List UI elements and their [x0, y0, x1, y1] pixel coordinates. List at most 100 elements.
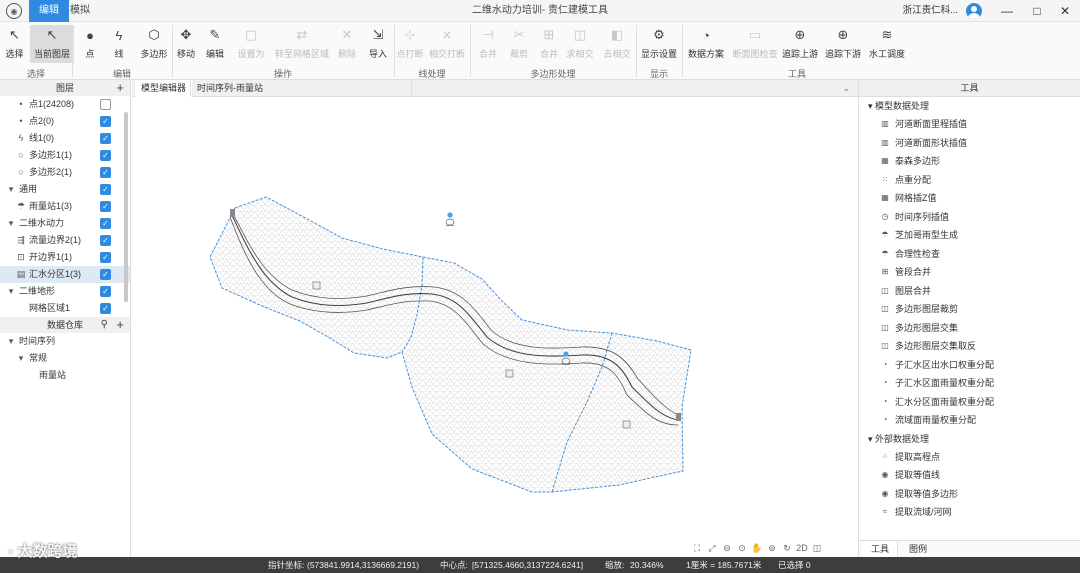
add-data-icon[interactable]: + — [116, 317, 124, 333]
tool-section-header[interactable]: ▾ 外部数据处理 — [859, 430, 1080, 448]
map-tool-icon[interactable]: ◫ — [810, 543, 824, 554]
toolbar-button-10[interactable]: ⇲ 导入 — [366, 25, 390, 63]
tool-item[interactable]: ◷ 时间序列插值 — [859, 208, 1080, 227]
toolbar-button-3[interactable]: ϟ线 — [108, 25, 130, 63]
toolbar-button-20[interactable]: ▭ 断面图检查 — [730, 25, 780, 63]
toolbar-button-14[interactable]: ✂ 裁剪 — [506, 25, 532, 63]
toolbar-button-18[interactable]: ⚙ 显示设置 — [640, 25, 678, 63]
tab-time-series-rain[interactable]: 时间序列-雨量站 — [190, 80, 412, 97]
layer-row[interactable]: ▾ 通用 ✓ — [0, 181, 130, 198]
tool-item[interactable]: ◔ 流域面雨量权重分配 — [859, 411, 1080, 430]
toolbar-button-12[interactable]: ⨯ 相交打断 — [427, 25, 467, 63]
maximize-button[interactable]: □ — [1026, 0, 1048, 22]
tool-item[interactable]: ◫ 多边形图层交集取反 — [859, 337, 1080, 356]
layer-row[interactable]: ⊡ 开边界1(1) ✓ — [0, 249, 130, 266]
toolbar-button-6[interactable]: ✎ 编辑 — [204, 25, 226, 63]
tool-item[interactable]: ☂ 合理性检查 — [859, 245, 1080, 264]
tool-item[interactable]: ☂ 芝加哥雨型生成 — [859, 226, 1080, 245]
collapse-arrow-icon[interactable]: ▾ — [6, 215, 16, 232]
collapse-arrow-icon[interactable]: ▾ — [6, 181, 16, 198]
tool-item[interactable]: ▥ 河道断面形状插值 — [859, 134, 1080, 153]
tool-item[interactable]: ◔ 汇水分区面雨量权重分配 — [859, 393, 1080, 412]
toolbar-button-17[interactable]: ◧ 去相交 — [600, 25, 634, 63]
layer-visibility-checkbox[interactable]: ✓ — [100, 286, 111, 297]
avatar[interactable] — [966, 3, 982, 19]
toolbar-button-0[interactable]: ↖ 选择 — [1, 25, 28, 63]
tool-item[interactable]: ⁘ 提取高程点 — [859, 448, 1080, 467]
layer-visibility-checkbox[interactable]: ✓ — [100, 167, 111, 178]
menu-tab-simulate[interactable]: 模拟 — [60, 0, 100, 22]
tool-item[interactable]: ▦ 泰森多边形 — [859, 152, 1080, 171]
tab-tools[interactable]: 工具 — [863, 541, 899, 557]
layer-row[interactable]: ▾ 二维水动力 ✓ — [0, 215, 130, 232]
tab-model-editor[interactable]: 模型编辑器 — [135, 80, 193, 97]
layer-row[interactable]: ⇶ 流量边界2(1) ✓ — [0, 232, 130, 249]
layer-visibility-checkbox[interactable]: ✓ — [100, 201, 111, 212]
toolbar-button-1[interactable]: ↖ 当前图层 — [30, 25, 74, 63]
toolbar-button-16[interactable]: ◫ 求相交 — [566, 25, 594, 63]
map-tool-icon[interactable]: ⊙ — [735, 543, 749, 554]
add-layer-icon[interactable]: + — [116, 80, 124, 96]
tab-dropdown-icon[interactable]: ⌄ — [842, 80, 850, 97]
toolbar-button-4[interactable]: ⬡ 多边形 — [137, 25, 171, 63]
toolbar-button-2[interactable]: ● 点 — [79, 25, 101, 63]
layer-visibility-checkbox[interactable]: ✓ — [100, 116, 111, 127]
collapse-arrow-icon[interactable]: ▾ — [868, 434, 875, 444]
map-tool-icon[interactable]: ⊚ — [765, 543, 779, 554]
warehouse-row[interactable]: ▾ 常规 — [0, 350, 130, 367]
tool-item[interactable]: ◉ 提取等值线 — [859, 466, 1080, 485]
toolbar-button-9[interactable]: ✕ 删除 — [334, 25, 360, 63]
toolbar-button-11[interactable]: ⊹ 点打断 — [397, 25, 424, 63]
layer-visibility-checkbox[interactable]: ✓ — [100, 269, 111, 280]
collapse-arrow-icon[interactable]: ▾ — [6, 283, 16, 300]
layer-visibility-checkbox[interactable]: ✓ — [100, 235, 111, 246]
tab-legend[interactable]: 图例 — [901, 541, 935, 557]
layer-row[interactable]: • 点2(0) ✓ — [0, 113, 130, 130]
minimize-button[interactable]: — — [996, 0, 1018, 22]
layer-row[interactable]: 网格区域1 ✓ — [0, 300, 130, 317]
layer-visibility-checkbox[interactable]: ✓ — [100, 150, 111, 161]
toolbar-button-22[interactable]: ⊕ 追踪下游 — [824, 25, 862, 63]
tool-item[interactable]: ◉ 提取等值多边形 — [859, 485, 1080, 504]
layer-row[interactable]: ○ 多边形1(1) ✓ — [0, 147, 130, 164]
layer-visibility-checkbox[interactable]: ✓ — [100, 133, 111, 144]
tool-item[interactable]: ◫ 多边形图层交集 — [859, 319, 1080, 338]
toolbar-button-5[interactable]: ✥ 移动 — [175, 25, 197, 63]
close-button[interactable]: ✕ — [1054, 0, 1076, 22]
toolbar-button-8[interactable]: ⇄ 转至网格区域 — [274, 25, 330, 63]
layer-row[interactable]: ☂ 雨量站1(3) ✓ — [0, 198, 130, 215]
toolbar-button-19[interactable]: ◔ 数据方案 — [687, 25, 725, 63]
tool-item[interactable]: ◫ 图层合并 — [859, 282, 1080, 301]
layers-scrollbar[interactable] — [124, 112, 128, 302]
layer-visibility-checkbox[interactable]: ✓ — [100, 218, 111, 229]
map-tool-icon[interactable]: ✋ — [750, 543, 764, 554]
layer-visibility-checkbox[interactable] — [100, 99, 111, 110]
map-tool-icon[interactable]: 2D — [795, 543, 809, 553]
layer-row[interactable]: ▾ 二维地形 ✓ — [0, 283, 130, 300]
toolbar-button-7[interactable]: ▢ 设置为 — [233, 25, 269, 63]
warehouse-row[interactable]: ▾ 时间序列 — [0, 333, 130, 350]
tool-item[interactable]: ◔ 子汇水区面雨量权重分配 — [859, 374, 1080, 393]
user-name[interactable]: 浙江责仁科... — [903, 0, 958, 22]
layer-visibility-checkbox[interactable]: ✓ — [100, 252, 111, 263]
toolbar-button-15[interactable]: ⊞ 合并 — [538, 25, 560, 63]
layer-visibility-checkbox[interactable]: ✓ — [100, 184, 111, 195]
tool-item[interactable]: ▥ 河道断面里程插值 — [859, 115, 1080, 134]
layer-row[interactable]: ▤ 汇水分区1(3) ✓ — [0, 266, 130, 283]
toolbar-button-21[interactable]: ⊕ 追踪上游 — [782, 25, 818, 63]
toolbar-button-23[interactable]: ≋ 水工调度 — [868, 25, 906, 63]
map-tool-icon[interactable]: ↻ — [780, 543, 794, 554]
tool-item[interactable]: ▦ 网格插Z值 — [859, 189, 1080, 208]
layer-visibility-checkbox[interactable]: ✓ — [100, 303, 111, 314]
tool-item[interactable]: ≈ 提取流域/河网 — [859, 503, 1080, 522]
warehouse-row[interactable]: 雨量站 — [0, 367, 130, 384]
collapse-arrow-icon[interactable]: ▾ — [868, 101, 875, 111]
tool-item[interactable]: ◔ 子汇水区出水口权重分配 — [859, 356, 1080, 375]
map-tool-icon[interactable]: ⛶ — [690, 543, 704, 554]
collapse-arrow-icon[interactable]: ▾ — [16, 350, 26, 367]
layer-row[interactable]: • 点1(24208) — [0, 96, 130, 113]
tool-section-header[interactable]: ▾ 模型数据处理 — [859, 97, 1080, 115]
search-icon[interactable]: ⚲ — [101, 317, 108, 333]
tool-item[interactable]: ◫ 多边形图层裁剪 — [859, 300, 1080, 319]
layer-row[interactable]: ○ 多边形2(1) ✓ — [0, 164, 130, 181]
